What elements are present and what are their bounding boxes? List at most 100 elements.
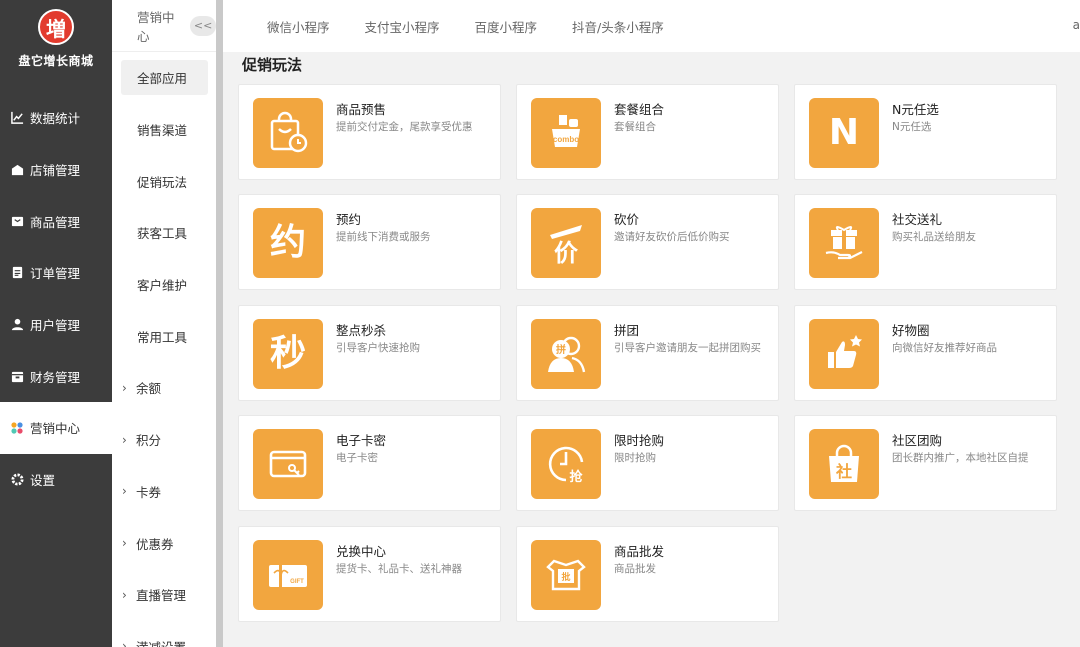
chart-icon bbox=[10, 111, 24, 125]
app-card-title: 好物圈 bbox=[892, 323, 930, 338]
card-key-icon bbox=[253, 429, 323, 499]
sidebar-item-0[interactable]: 数据统计 bbox=[0, 92, 112, 144]
logo-area: 増 盘它增长商城 bbox=[0, 0, 112, 92]
submenu-expand-label: 満减设置 bbox=[136, 637, 186, 647]
wholesale-shirt-icon: 批 bbox=[531, 540, 601, 610]
flash-sale-icon: 秒 bbox=[253, 319, 323, 389]
submenu-expand-label: 积分 bbox=[136, 433, 162, 449]
app-card-description: 电子卡密 bbox=[336, 452, 378, 464]
top-edge-text: a bbox=[1072, 18, 1080, 32]
sidebar-item-1[interactable]: 店铺管理 bbox=[0, 144, 112, 196]
app-card-description: 团长群内推广，本地社区自提 bbox=[892, 452, 1029, 464]
sidebar-item-label: 订单管理 bbox=[30, 266, 81, 282]
app-card-title: 砍价 bbox=[614, 212, 640, 227]
svg-text:combo: combo bbox=[553, 135, 579, 144]
chevron-right-icon: › bbox=[122, 380, 127, 395]
submenu-item-label: 促销玩法 bbox=[137, 174, 188, 190]
app-card[interactable]: 社交送礼 购买礼品送给朋友 bbox=[794, 194, 1057, 290]
sidebar-item-label: 店铺管理 bbox=[30, 163, 81, 179]
sub-sidebar: 营销中心 << 全部应用销售渠道促销玩法获客工具客户维护常用工具 › 余额 › 积分 › 卡… bbox=[112, 0, 216, 647]
submenu-item-4[interactable]: 客户维护 bbox=[112, 259, 216, 311]
app-card[interactable]: 价 砍价邀请好友砍价后低价购买 bbox=[516, 194, 779, 290]
app-card-title: 商品批发 bbox=[614, 544, 665, 559]
clock-icon: 抢 bbox=[531, 429, 601, 499]
submenu-item-3[interactable]: 获客工具 bbox=[112, 207, 216, 259]
app-card[interactable]: 商品预售 提前交付定金，尾款享受优惠 bbox=[238, 84, 501, 180]
app-card-description: 商品批发 bbox=[614, 563, 656, 575]
presale-bag-icon bbox=[253, 98, 323, 168]
submenu-expand-label: 余额 bbox=[136, 381, 162, 397]
submenu-item-1[interactable]: 销售渠道 bbox=[112, 104, 216, 156]
submenu-item-0[interactable]: 全部应用 bbox=[112, 52, 216, 104]
app-card-title: 整点秒杀 bbox=[336, 323, 387, 338]
sidebar-item-7[interactable]: 设置 bbox=[0, 454, 112, 506]
tab-3[interactable]: 抖音/头条小程序 bbox=[572, 17, 664, 36]
submenu-item-label: 获客工具 bbox=[137, 226, 188, 242]
app-card[interactable]: GIFT 兑换中心 提货卡、礼品卡、送礼神器 bbox=[238, 526, 501, 622]
app-card[interactable]: 电子卡密 电子卡密 bbox=[238, 415, 501, 511]
svg-text:批: 批 bbox=[561, 571, 570, 583]
app-card-title: N元任选 bbox=[892, 102, 939, 117]
sidebar-item-label: 用户管理 bbox=[30, 318, 81, 334]
app-card-title: 商品预售 bbox=[336, 102, 387, 117]
submenu-item-label: 客户维护 bbox=[137, 278, 188, 294]
submenu-expand-5[interactable]: › 満减设置 bbox=[112, 621, 216, 647]
app-card-description: N元任选 bbox=[892, 121, 932, 133]
sidebar-item-6[interactable]: 营销中心 bbox=[0, 402, 112, 454]
app-card[interactable]: 好物圈向微信好友推荐好商品 bbox=[794, 305, 1057, 401]
sidebar-item-4[interactable]: 用户管理 bbox=[0, 299, 112, 351]
submenu-title: 营销中心 bbox=[137, 9, 175, 44]
shop-name: 盘它增长商城 bbox=[18, 54, 94, 68]
app-card[interactable]: 秒 整点秒杀 引导客户快速抢购 bbox=[238, 305, 501, 401]
app-card[interactable]: 约 预约 提前线下消费或服务 bbox=[238, 194, 501, 290]
community-bag-icon: 社 bbox=[809, 429, 879, 499]
sidebar-item-5[interactable]: 财务管理 bbox=[0, 350, 112, 402]
sidebar-scrollbar[interactable] bbox=[216, 0, 223, 647]
app-card-title: 套餐组合 bbox=[614, 102, 665, 117]
tab-2[interactable]: 百度小程序 bbox=[475, 17, 538, 36]
bargain-icon: 价 bbox=[531, 208, 601, 278]
app-card[interactable]: 批商品批发 商品批发 bbox=[516, 526, 779, 622]
app-card-description: 邀请好友砍价后低价购买 bbox=[614, 231, 730, 243]
submenu-expand-4[interactable]: › 直播管理 bbox=[112, 569, 216, 621]
submenu-expand-1[interactable]: › 积分 bbox=[112, 414, 216, 466]
svg-text:拼: 拼 bbox=[556, 343, 566, 356]
chevron-right-icon: › bbox=[122, 536, 127, 551]
svg-text:抢: 抢 bbox=[569, 469, 583, 485]
submenu-header: 营销中心 << bbox=[112, 0, 216, 52]
order-icon bbox=[10, 266, 24, 280]
submenu-expand-label: 优惠券 bbox=[136, 536, 174, 552]
app-card-title: 拼团 bbox=[614, 323, 640, 338]
sidebar-item-label: 设置 bbox=[30, 473, 56, 489]
app-card[interactable]: 抢限时抢购 限时抢购 bbox=[516, 415, 779, 511]
gift-hand-icon bbox=[809, 208, 879, 278]
app-card-description: 向微信好友推荐好商品 bbox=[892, 342, 997, 354]
icon-glyph: N bbox=[828, 112, 860, 153]
submenu-item-5[interactable]: 常用工具 bbox=[112, 310, 216, 362]
app-card-description: 提货卡、礼品卡、送礼神器 bbox=[336, 563, 462, 575]
app-card[interactable]: 拼 拼团 引导客户邀请朋友一起拼团购买 bbox=[516, 305, 779, 401]
submenu-expand-0[interactable]: › 余额 bbox=[112, 362, 216, 414]
collapse-button[interactable]: << bbox=[190, 15, 216, 36]
app-card[interactable]: N N元任选 N元任选 bbox=[794, 84, 1057, 180]
chevron-right-icon: › bbox=[122, 432, 127, 447]
sidebar-item-label: 财务管理 bbox=[30, 369, 81, 385]
sidebar-item-2[interactable]: 商品管理 bbox=[0, 195, 112, 247]
tab-0[interactable]: 微信小程序 bbox=[267, 17, 330, 36]
submenu-expand-label: 直播管理 bbox=[136, 588, 187, 604]
submenu-expand-2[interactable]: › 卡券 bbox=[112, 466, 216, 518]
combo-icon: combo bbox=[531, 98, 601, 168]
sidebar-item-label: 营销中心 bbox=[30, 421, 81, 437]
gift-card-icon: GIFT bbox=[253, 540, 323, 610]
tab-list: 微信小程序 支付宝小程序 百度小程序 抖音/头条小程序 bbox=[223, 17, 664, 36]
svg-text:GIFT: GIFT bbox=[290, 579, 304, 585]
app-card[interactable]: combo 套餐组合 套餐组合 bbox=[516, 84, 779, 180]
app-card-description: 限时抢购 bbox=[614, 452, 656, 464]
submenu-expand-3[interactable]: › 优惠券 bbox=[112, 517, 216, 569]
tab-1[interactable]: 支付宝小程序 bbox=[365, 17, 440, 36]
sidebar-item-3[interactable]: 订单管理 bbox=[0, 247, 112, 299]
app-card[interactable]: 社 社区团购 团长群内推广，本地社区自提 bbox=[794, 415, 1057, 511]
reservation-icon: 约 bbox=[253, 208, 323, 278]
submenu-item-2[interactable]: 促销玩法 bbox=[112, 155, 216, 207]
submenu-item-label: 销售渠道 bbox=[137, 123, 188, 139]
